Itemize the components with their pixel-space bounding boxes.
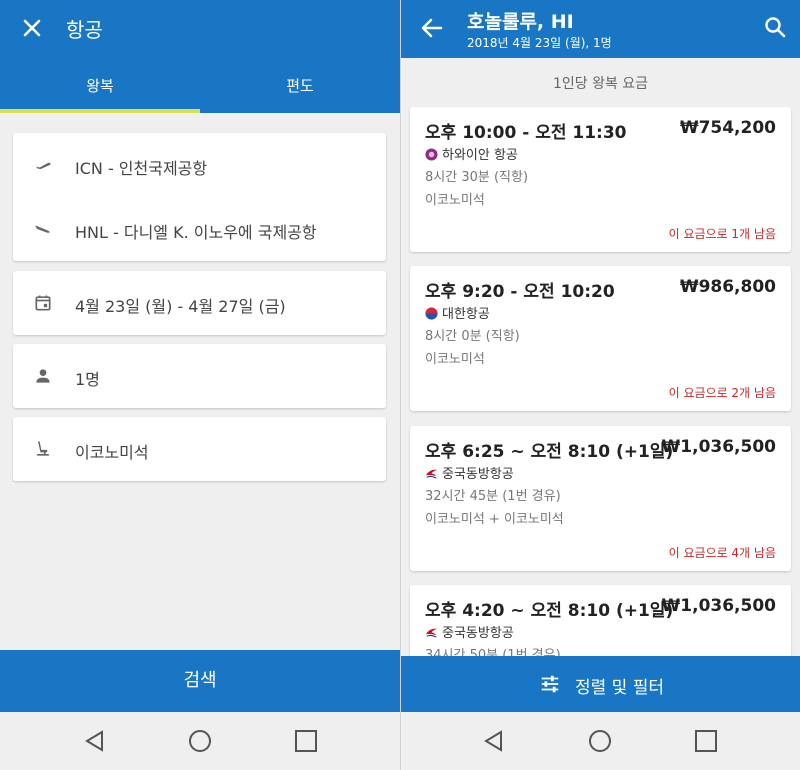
back-triangle-icon[interactable] [481, 728, 507, 754]
sort-filter-label: 정렬 및 필터 [575, 678, 665, 698]
seats-left: 이 요금으로 4개 남음 [668, 546, 776, 560]
back-arrow-icon[interactable] [419, 15, 445, 41]
hawaiian-airlines-logo-icon [425, 148, 438, 161]
seats-left: 이 요금으로 2개 남음 [668, 386, 776, 400]
flight-results-screen: 호놀룰루, HI 2018년 4월 23일 (월), 1명 1인당 왕복 요금 … [401, 0, 800, 770]
seat-icon [37, 441, 49, 456]
cabin-class-field[interactable]: 이코노미석 [13, 417, 386, 481]
flight-price: ₩754,200 [679, 118, 776, 138]
fare-caption: 1인당 왕복 요금 [552, 76, 649, 92]
home-circle-icon[interactable] [187, 728, 213, 754]
route-card: ICN - 인천국제공항 HNL - 다니엘 K. 이노우에 국제공항 [13, 133, 386, 261]
flight-result-card[interactable]: 오후 10:00 - 오전 11:30 ₩754,200 하와이안 항공 8시간… [410, 107, 791, 252]
android-nav-bar [0, 712, 400, 770]
recents-square-icon[interactable] [293, 728, 319, 754]
sort-filter-button[interactable]: 정렬 및 필터 [401, 656, 800, 712]
traveler-count: 1명 [75, 370, 100, 389]
flight-time: 오후 4:20 ~ 오전 8:10 (+1일) [425, 601, 674, 621]
recents-square-icon[interactable] [693, 728, 719, 754]
back-triangle-icon[interactable] [82, 728, 108, 754]
flight-search-screen: 항공 왕복 편도 ICN - 인천국제공항 HNL - 다니엘 K. 이노우에 … [0, 0, 400, 770]
flight-duration: 8시간 30분 (직항) [425, 170, 529, 185]
destination-airport: HNL - 다니엘 K. 이노우에 국제공항 [75, 223, 317, 242]
airline-name: 하와이안 항공 [442, 148, 518, 163]
flight-price: ₩1,036,500 [661, 437, 776, 457]
origin-field[interactable]: ICN - 인천국제공항 [13, 133, 386, 197]
airline-name: 중국동방항공 [442, 467, 514, 482]
airline: 중국동방항공 [425, 463, 514, 482]
home-circle-icon[interactable] [587, 728, 613, 754]
travel-dates: 4월 23일 (월) - 4월 27일 (금) [75, 297, 286, 316]
travelers-field[interactable]: 1명 [13, 344, 386, 408]
flight-cabin: 이코노미석 [425, 352, 485, 367]
search-button[interactable]: 검색 [0, 650, 400, 712]
destination-field[interactable]: HNL - 다니엘 K. 이노우에 국제공항 [13, 197, 386, 261]
results-subtitle: 2018년 4월 23일 (월), 1명 [467, 36, 612, 50]
android-nav-bar [401, 712, 800, 770]
airline-name: 중국동방항공 [442, 626, 514, 641]
china-eastern-logo-icon [425, 628, 438, 638]
flight-price: ₩1,036,500 [661, 596, 776, 616]
dates-field[interactable]: 4월 23일 (월) - 4월 27일 (금) [13, 271, 386, 335]
calendar-icon [35, 295, 51, 311]
flight-time: 오후 9:20 - 오전 10:20 [425, 282, 615, 302]
app-bar: 항공 왕복 편도 [0, 0, 400, 113]
cabin-class: 이코노미석 [75, 443, 149, 462]
airline: 중국동방항공 [425, 622, 514, 641]
tab-indicator [0, 109, 200, 113]
airline-name: 대한항공 [442, 307, 490, 322]
airline: 하와이안 항공 [425, 144, 518, 163]
tab-round-trip[interactable]: 왕복 [0, 75, 200, 96]
origin-airport: ICN - 인천국제공항 [75, 159, 208, 178]
flight-time: 오후 10:00 - 오전 11:30 [425, 123, 627, 143]
korean-air-logo-icon [425, 307, 438, 320]
tune-sliders-icon [541, 675, 559, 693]
flight-result-card[interactable]: 오후 6:25 ~ 오전 8:10 (+1일) ₩1,036,500 중국동방항… [410, 426, 791, 571]
results-app-bar: 호놀룰루, HI 2018년 4월 23일 (월), 1명 [401, 0, 800, 58]
china-eastern-logo-icon [425, 469, 438, 479]
flight-land-icon [35, 225, 51, 236]
flight-takeoff-icon [35, 162, 51, 172]
flight-price: ₩986,800 [679, 277, 776, 297]
flight-time: 오후 6:25 ~ 오전 8:10 (+1일) [425, 442, 674, 462]
flight-duration: 32시간 45분 (1번 경유) [425, 489, 561, 504]
close-icon[interactable] [18, 14, 46, 42]
search-icon[interactable] [763, 15, 787, 39]
flight-result-card[interactable]: 오후 9:20 - 오전 10:20 ₩986,800 대한항공 8시간 0분 … [410, 266, 791, 411]
results-title: 호놀룰루, HI [467, 11, 574, 33]
tab-one-way[interactable]: 편도 [200, 75, 400, 96]
seats-left: 이 요금으로 1개 남음 [668, 227, 776, 241]
page-title: 항공 [66, 18, 103, 42]
airline: 대한항공 [425, 303, 490, 322]
flight-cabin: 이코노미석 + 이코노미석 [425, 512, 564, 527]
person-icon [36, 369, 50, 383]
flight-duration: 8시간 0분 (직항) [425, 329, 520, 344]
flight-cabin: 이코노미석 [425, 193, 485, 208]
